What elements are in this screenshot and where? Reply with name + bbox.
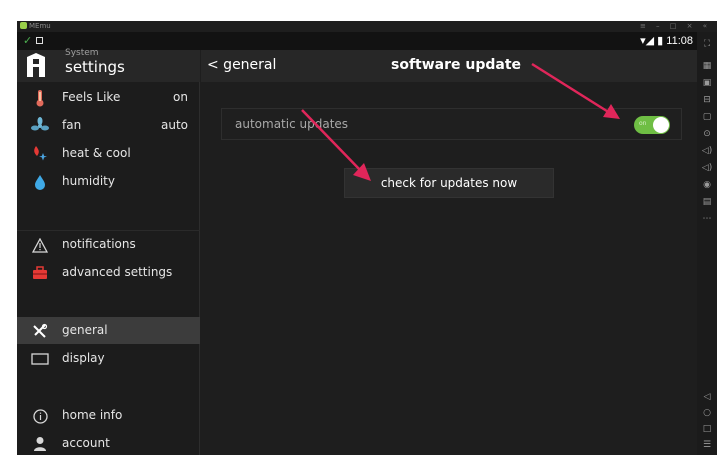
page-title: software update	[391, 57, 522, 73]
sidebar-item-heat-cool[interactable]: heat & cool	[17, 140, 200, 167]
sidebar-item-label: account	[62, 436, 110, 450]
automatic-updates-toggle[interactable]: on	[634, 116, 670, 134]
sidebar-item-humidity[interactable]: humidity	[17, 168, 200, 195]
location-icon[interactable]: ◉	[697, 180, 717, 190]
sidebar-item-label: display	[62, 351, 105, 365]
heat-cool-icon	[31, 145, 49, 163]
sidebar-item-label: advanced settings	[62, 265, 173, 279]
sidebar-item-notifications[interactable]: notifications	[17, 231, 200, 258]
status-time: 11:08	[666, 35, 693, 47]
sidebar-item-display[interactable]: display	[17, 345, 200, 372]
sidebar-item-value: auto	[160, 118, 188, 132]
multi-window-icon[interactable]: ⊟	[697, 95, 717, 105]
sidebar-item-label: home info	[62, 408, 123, 422]
nav-home-icon[interactable]: ○	[697, 408, 717, 418]
info-icon	[31, 407, 49, 425]
sidebar-item-general[interactable]: general	[17, 317, 200, 344]
sidebar-item-label: general	[62, 323, 108, 337]
more-icon[interactable]: ⋯	[697, 214, 717, 224]
volume-down-icon[interactable]: ◁)	[697, 163, 717, 173]
volume-up-icon[interactable]: ◁)	[697, 146, 717, 156]
controller-icon[interactable]: ▣	[697, 78, 717, 88]
screenshot-icon[interactable]: ▢	[697, 112, 717, 122]
automatic-updates-label: automatic updates	[235, 117, 349, 131]
main-header: < general software update	[201, 50, 697, 82]
warning-icon	[31, 236, 49, 254]
emulator-title-text: MEmu	[29, 22, 51, 30]
toggle-knob	[653, 117, 669, 133]
apk-icon[interactable]: ▤	[697, 197, 717, 207]
nav-recent-icon[interactable]: □	[697, 424, 717, 434]
status-right: ▾◢ ▮ 11:08	[640, 34, 693, 48]
emulator-side-toolbar: ⛶ ▦ ▣ ⊟ ▢ ⊙ ◁) ◁) ◉ ▤ ⋯ ◁ ○ □ ☰	[697, 32, 717, 455]
toggle-state-text: on	[639, 120, 647, 127]
sidebar: System settings Feels Like on fan auto h…	[17, 48, 200, 455]
record-icon[interactable]: ⊙	[697, 129, 717, 139]
notification-square-icon	[36, 37, 44, 44]
sidebar-section-label: System	[65, 48, 99, 58]
sidebar-item-label: fan	[62, 118, 82, 132]
sidebar-header: System settings	[17, 48, 200, 82]
status-bar: ✓ ▾◢ ▮ 11:08	[17, 32, 697, 50]
sidebar-item-label: Feels Like	[62, 90, 121, 104]
check-for-updates-label: check for updates now	[380, 176, 518, 190]
check-for-updates-button[interactable]: check for updates now	[344, 168, 554, 198]
emulator-frame: MEmu ≡ – □ × « ✓ ▾◢ ▮ 11:08 System setti…	[17, 21, 717, 455]
nav-back-icon[interactable]: ◁	[697, 392, 717, 402]
app-area: System settings Feels Like on fan auto h…	[17, 48, 697, 455]
sidebar-item-label: humidity	[62, 174, 115, 188]
memu-logo-icon	[20, 22, 27, 29]
emulator-title: MEmu	[20, 22, 51, 31]
keyboard-icon[interactable]: ▦	[697, 61, 717, 71]
water-drop-icon	[31, 173, 49, 191]
sidebar-item-label: heat & cool	[62, 146, 131, 160]
toolbox-icon	[31, 264, 49, 282]
automatic-updates-row: automatic updates on	[221, 108, 682, 140]
tools-icon	[31, 322, 49, 340]
sidebar-item-account[interactable]: account	[17, 430, 200, 455]
sidebar-item-feels-like[interactable]: Feels Like on	[17, 84, 200, 111]
sidebar-item-value: on	[173, 90, 188, 104]
sidebar-title: settings	[65, 58, 125, 76]
sidebar-item-fan[interactable]: fan auto	[17, 112, 200, 139]
emulator-title-bar: MEmu ≡ – □ × «	[17, 21, 717, 32]
signal-battery-icon: ▾◢ ▮	[640, 35, 664, 47]
sidebar-item-home-info[interactable]: home info	[17, 402, 200, 429]
person-icon	[31, 435, 49, 453]
fullscreen-icon[interactable]: ⛶	[697, 39, 717, 49]
display-icon	[31, 350, 49, 368]
sidebar-item-label: notifications	[62, 237, 136, 251]
sidebar-item-advanced-settings[interactable]: advanced settings	[17, 259, 200, 286]
check-icon: ✓	[23, 34, 33, 47]
emulator-window-controls[interactable]: ≡ – □ × «	[640, 21, 711, 31]
status-notifications: ✓	[23, 34, 44, 47]
menu-icon[interactable]: ☰	[697, 440, 717, 450]
main-panel: < general software update automatic upda…	[201, 50, 697, 455]
back-button[interactable]: < general	[207, 56, 276, 74]
thermometer-icon	[31, 89, 49, 107]
fan-icon	[31, 117, 49, 135]
home-logo-icon	[27, 53, 45, 77]
